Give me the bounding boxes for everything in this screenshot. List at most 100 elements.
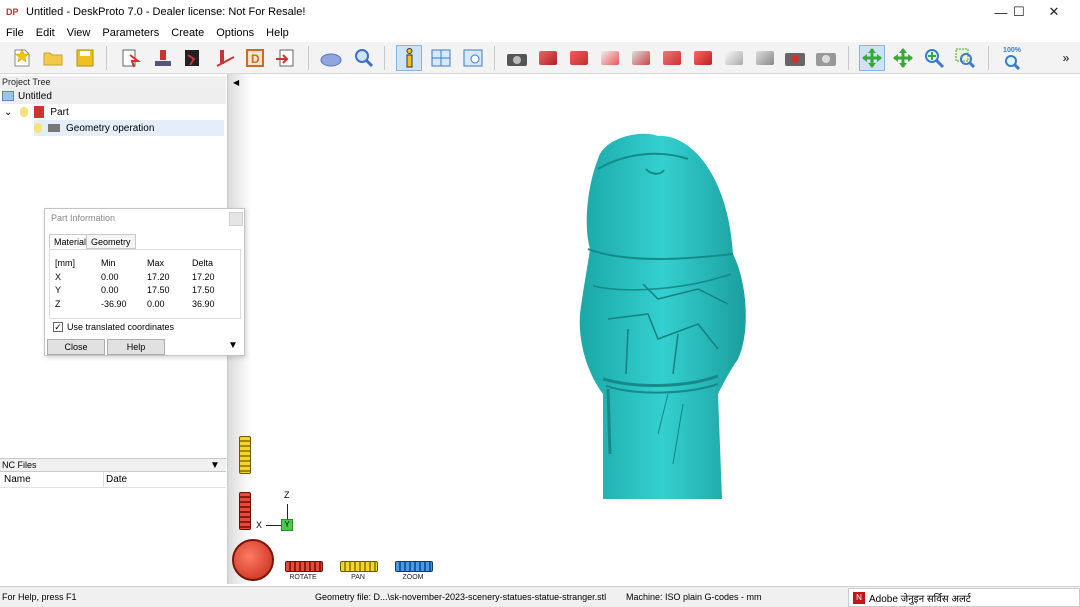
row-y-axis: Y <box>55 285 62 295</box>
main-toolbar: D 100% » <box>0 42 1080 74</box>
menu-options[interactable]: Options <box>210 27 260 39</box>
menu-create[interactable]: Create <box>165 27 210 39</box>
row-y-max: 17.50 <box>147 285 170 295</box>
view-top-icon[interactable] <box>597 45 623 71</box>
menu-view[interactable]: View <box>61 27 97 39</box>
tree-root-icon <box>2 91 14 101</box>
row-z-axis: Z <box>55 299 61 309</box>
rotate-label: ROTATE <box>289 574 317 581</box>
tree-geometry-operation[interactable]: Geometry operation <box>34 120 224 136</box>
3d-viewport[interactable]: ◀ Z X Y ROTATE PAN ZOOM <box>228 74 1080 584</box>
close-dialog-button[interactable]: Close <box>47 339 105 355</box>
translated-coords-option[interactable]: ✓ Use translated coordinates <box>53 322 174 332</box>
pan-dial[interactable] <box>340 561 378 572</box>
row-z-delta: 36.90 <box>192 299 215 309</box>
nc-col-name[interactable]: Name <box>4 474 31 485</box>
column-divider <box>103 472 104 488</box>
open-folder-icon[interactable] <box>40 45 66 71</box>
menu-parameters[interactable]: Parameters <box>96 27 165 39</box>
info-icon[interactable] <box>396 45 422 71</box>
geometry-icon[interactable] <box>150 45 176 71</box>
drawing-icon[interactable]: D <box>242 45 268 71</box>
status-bar: For Help, press F1 Geometry file: D...\s… <box>0 586 1080 607</box>
view-left-icon[interactable] <box>690 45 716 71</box>
row-x-min: 0.00 <box>101 272 119 282</box>
row-y-delta: 17.50 <box>192 285 215 295</box>
pan-label: PAN <box>351 574 365 581</box>
translated-coords-label: Use translated coordinates <box>67 322 175 332</box>
cube-swatch <box>725 51 743 65</box>
view-gray-icon[interactable] <box>752 45 778 71</box>
rotate-view-icon[interactable] <box>859 45 885 71</box>
menu-help[interactable]: Help <box>260 27 295 39</box>
cube-swatch <box>694 51 712 65</box>
vector-icon[interactable] <box>212 45 238 71</box>
app-logo-icon: DP <box>6 7 19 17</box>
operation-icon <box>48 124 60 132</box>
bitmap-icon[interactable] <box>180 45 206 71</box>
camera-icon[interactable] <box>504 45 530 71</box>
toolbar-overflow-button[interactable]: » <box>1053 45 1079 71</box>
zoom-dial[interactable] <box>395 561 433 572</box>
rotate-dial-vertical[interactable] <box>239 492 251 530</box>
rotate-wheel-icon[interactable] <box>232 539 274 581</box>
menu-file[interactable]: File <box>0 27 30 39</box>
tab-material[interactable]: Material <box>49 234 92 249</box>
close-button[interactable]: ✕ <box>1036 0 1072 24</box>
cube-swatch <box>756 51 774 65</box>
save-disk-icon[interactable] <box>72 45 98 71</box>
part-icon <box>34 106 45 118</box>
tab-geometry[interactable]: Geometry <box>86 234 136 249</box>
tree-root[interactable]: Untitled <box>2 88 226 104</box>
view-iso-icon[interactable] <box>628 45 654 71</box>
dropdown-arrow-icon[interactable]: ▼ <box>210 459 220 472</box>
col-header-unit: [mm] <box>55 258 75 268</box>
part-dimensions-table: [mm] Min Max Delta X 0.00 17.20 17.20 Y … <box>49 249 241 319</box>
view-right-icon[interactable] <box>566 45 592 71</box>
pan-dial-vertical[interactable] <box>239 436 251 474</box>
window-tile-icon[interactable] <box>428 45 454 71</box>
zoom-fit-icon[interactable]: 100% <box>999 45 1025 71</box>
help-dialog-button[interactable]: Help <box>107 339 165 355</box>
row-y-min: 0.00 <box>101 285 119 295</box>
part-information-dialog: Part Information Material Geometry [mm] … <box>44 208 245 356</box>
zoom-control[interactable]: ZOOM <box>393 561 433 581</box>
tree-operation-label: Geometry operation <box>66 122 155 134</box>
col-header-max: Max <box>147 258 165 268</box>
snapshot-icon[interactable] <box>782 45 808 71</box>
cube-swatch <box>601 51 619 65</box>
dialog-close-icon[interactable] <box>229 212 243 226</box>
view-cube-icon[interactable] <box>721 45 747 71</box>
tree-part[interactable]: ⌄ Part <box>4 104 69 120</box>
new-project-icon[interactable] <box>8 45 34 71</box>
snapshot-alt-icon[interactable] <box>813 45 839 71</box>
export-icon[interactable] <box>272 45 298 71</box>
simulation-icon[interactable] <box>318 45 344 71</box>
translated-coords-checkbox[interactable]: ✓ <box>53 322 63 332</box>
cube-swatch <box>632 51 650 65</box>
expand-chevron-icon[interactable]: ⌄ <box>4 107 12 118</box>
part-import-icon[interactable] <box>118 45 144 71</box>
viewport-icon[interactable] <box>460 45 486 71</box>
zoom-window-icon[interactable] <box>952 45 978 71</box>
view-front-icon[interactable] <box>535 45 561 71</box>
nc-files-title: NC Files <box>2 460 37 470</box>
bulb-icon[interactable] <box>34 123 42 133</box>
zoom-in-icon[interactable] <box>921 45 947 71</box>
adobe-alert-notification[interactable]: N Adobe जेनुइन सर्विस अलर्ट <box>848 588 1080 607</box>
rotate-dial[interactable] <box>285 561 323 572</box>
nc-col-date[interactable]: Date <box>106 474 127 485</box>
rotate-control[interactable]: ROTATE <box>283 561 323 581</box>
preview-icon[interactable] <box>350 45 376 71</box>
view-back-icon[interactable] <box>659 45 685 71</box>
menu-edit[interactable]: Edit <box>30 27 61 39</box>
pan-view-icon[interactable] <box>890 45 916 71</box>
maximize-button[interactable]: ☐ <box>1001 0 1037 24</box>
adobe-alert-text: Adobe जेनुइन सर्विस अलर्ट <box>869 593 971 605</box>
dialog-expand-icon[interactable]: ▼ <box>228 340 238 351</box>
row-x-max: 17.20 <box>147 272 170 282</box>
adobe-icon: N <box>853 591 865 604</box>
pan-control[interactable]: PAN <box>338 561 378 581</box>
bulb-icon[interactable] <box>20 107 29 117</box>
cube-swatch <box>663 51 681 65</box>
